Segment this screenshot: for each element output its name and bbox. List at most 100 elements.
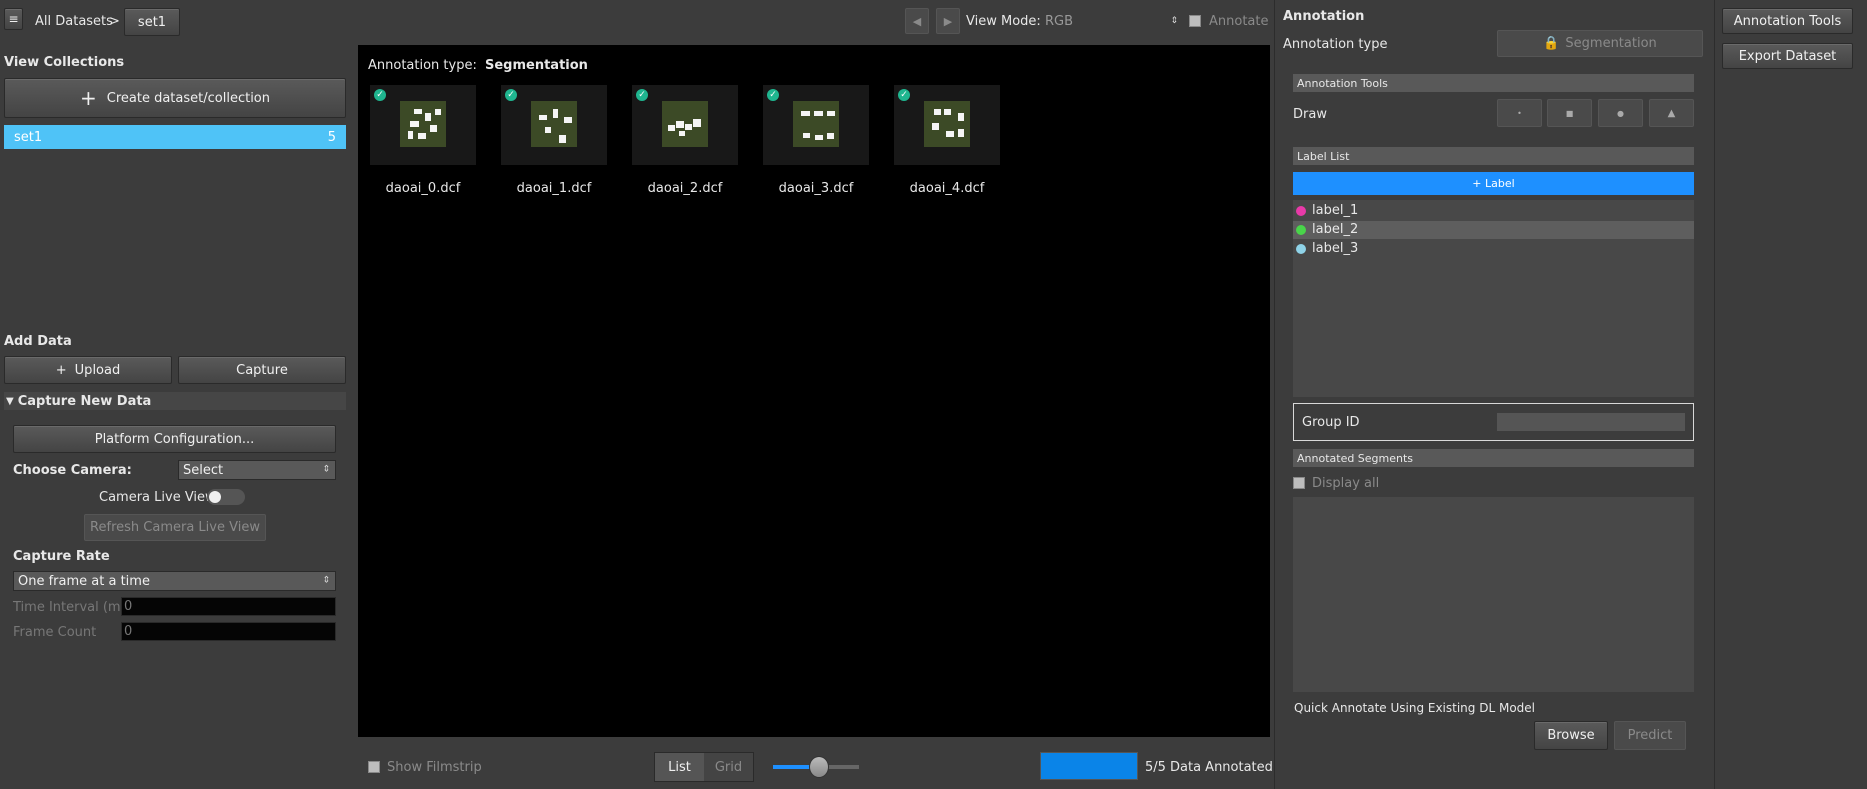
prev-image-button[interactable]: ◀ bbox=[905, 8, 929, 34]
collection-list: set1 5 bbox=[4, 125, 346, 149]
thumbnail-item[interactable]: ✓ daoai_1.dcf bbox=[501, 85, 607, 205]
annotation-tools-button[interactable]: Annotation Tools bbox=[1722, 8, 1853, 34]
upload-label: Upload bbox=[74, 362, 121, 378]
check-circle-icon: ✓ bbox=[374, 89, 386, 101]
label-list-bar: Label List bbox=[1293, 147, 1694, 165]
time-interval-value: 0 bbox=[124, 599, 133, 614]
platform-configuration-button[interactable]: Platform Configuration... bbox=[13, 425, 336, 453]
annotated-progress-fill bbox=[1041, 753, 1137, 779]
plus-icon: + bbox=[80, 86, 97, 110]
camera-select[interactable]: Select ⇕ bbox=[178, 460, 336, 480]
capture-new-data-header[interactable]: ▼ Capture New Data bbox=[4, 392, 346, 410]
thumbnail-image: ✓ bbox=[632, 85, 738, 165]
annotation-tools-button-label: Annotation Tools bbox=[1733, 13, 1842, 29]
annotation-type-button[interactable]: 🔒 Segmentation bbox=[1497, 30, 1703, 57]
camera-live-view-toggle[interactable] bbox=[207, 489, 245, 505]
annotation-type-label: Annotation type bbox=[1283, 37, 1388, 52]
slider-handle[interactable] bbox=[809, 756, 829, 778]
frame-count-input[interactable]: 0 bbox=[121, 622, 336, 641]
add-label-button-label: + Label bbox=[1472, 177, 1515, 190]
zoom-slider[interactable] bbox=[773, 756, 859, 778]
view-mode-select[interactable]: RGB ⇕ bbox=[1045, 10, 1180, 32]
list-item[interactable]: label_2 bbox=[1293, 221, 1694, 239]
choose-camera-label: Choose Camera: bbox=[13, 463, 132, 478]
capture-rate-select[interactable]: One frame at a time ⇕ bbox=[13, 571, 336, 591]
thumbnail-filename: daoai_2.dcf bbox=[647, 181, 723, 196]
next-image-button[interactable]: ▶ bbox=[936, 8, 960, 34]
capture-label: Capture bbox=[236, 362, 288, 378]
toggle-knob bbox=[209, 491, 221, 503]
draw-label: Draw bbox=[1293, 107, 1327, 122]
create-dataset-button[interactable]: + Create dataset/collection bbox=[4, 78, 346, 118]
draw-circle-button[interactable]: ● bbox=[1598, 99, 1643, 127]
label-color-dot bbox=[1296, 225, 1306, 235]
capture-rate-title: Capture Rate bbox=[13, 549, 110, 564]
annotation-type-caption: Annotation type: Segmentation bbox=[368, 58, 588, 73]
breadcrumb-all-datasets[interactable]: All Datasets bbox=[35, 14, 113, 29]
draw-polygon-button[interactable]: ▲ bbox=[1649, 99, 1694, 127]
collection-item-set1[interactable]: set1 5 bbox=[4, 125, 346, 149]
thumbnail-image: ✓ bbox=[370, 85, 476, 165]
frame-count-label: Frame Count bbox=[13, 625, 97, 640]
group-id-input[interactable] bbox=[1497, 413, 1685, 431]
label-list: label_1 label_2 label_3 bbox=[1293, 200, 1694, 397]
annotation-tools-bar-label: Annotation Tools bbox=[1297, 76, 1388, 90]
tab-grid-label: Grid bbox=[714, 759, 743, 775]
breadcrumb-current-set[interactable]: set1 bbox=[124, 8, 180, 36]
label-name: label_3 bbox=[1312, 241, 1359, 256]
thumbnail-item[interactable]: ✓ daoai_4.dcf bbox=[894, 85, 1000, 205]
chevron-left-icon: ◀ bbox=[912, 14, 922, 28]
annotated-count: 5/5 bbox=[1145, 760, 1166, 775]
thumbnail-item[interactable]: ✓ daoai_0.dcf bbox=[370, 85, 476, 205]
annotation-tools-bar: Annotation Tools bbox=[1293, 74, 1694, 92]
thumbnail-image: ✓ bbox=[763, 85, 869, 165]
add-label-button[interactable]: + Label bbox=[1293, 172, 1694, 195]
label-name: label_1 bbox=[1312, 203, 1359, 218]
tab-list[interactable]: List bbox=[655, 753, 704, 781]
camera-select-value: Select bbox=[183, 462, 224, 478]
collection-name: set1 bbox=[14, 129, 43, 145]
annotated-segments-list bbox=[1293, 497, 1694, 692]
thumbnail-item[interactable]: ✓ daoai_3.dcf bbox=[763, 85, 869, 205]
draw-rectangle-button[interactable]: ■ bbox=[1547, 99, 1592, 127]
display-all-checkbox[interactable] bbox=[1293, 477, 1305, 489]
tab-grid[interactable]: Grid bbox=[704, 753, 753, 781]
export-dataset-button-label: Export Dataset bbox=[1738, 48, 1837, 64]
export-dataset-button[interactable]: Export Dataset bbox=[1722, 43, 1853, 69]
annotation-panel-title: Annotation bbox=[1283, 9, 1365, 24]
frame-count-value: 0 bbox=[124, 624, 133, 639]
annotate-checkbox[interactable] bbox=[1189, 15, 1201, 27]
collection-count: 5 bbox=[327, 129, 336, 145]
time-interval-input[interactable]: 0 bbox=[121, 597, 336, 616]
menu-button[interactable]: ≡ bbox=[4, 8, 23, 30]
capture-button[interactable]: Capture bbox=[178, 356, 346, 384]
check-circle-icon: ✓ bbox=[636, 89, 648, 101]
capture-new-data-label: Capture New Data bbox=[17, 393, 152, 409]
refresh-camera-live-view-label: Refresh Camera Live View bbox=[90, 520, 260, 535]
triangle-down-icon: ▼ bbox=[6, 395, 14, 407]
thumbnail-item[interactable]: ✓ daoai_2.dcf bbox=[632, 85, 738, 205]
annotation-type-caption-label: Annotation type: bbox=[368, 58, 477, 73]
view-tabs: List Grid bbox=[654, 752, 754, 782]
thumbnail-filename: daoai_3.dcf bbox=[778, 181, 854, 196]
show-filmstrip-checkbox[interactable] bbox=[368, 761, 380, 773]
upload-button[interactable]: + Upload bbox=[4, 356, 172, 384]
menu-icon: ≡ bbox=[8, 12, 19, 26]
platform-configuration-label: Platform Configuration... bbox=[94, 431, 255, 447]
list-item[interactable]: label_1 bbox=[1293, 202, 1694, 220]
list-item[interactable]: label_3 bbox=[1293, 240, 1694, 258]
select-arrow-icon: ⇕ bbox=[322, 464, 330, 475]
thumbnail-filename: daoai_4.dcf bbox=[909, 181, 985, 196]
add-data-title: Add Data bbox=[4, 334, 72, 349]
draw-point-button[interactable]: • bbox=[1497, 99, 1542, 127]
browse-button[interactable]: Browse bbox=[1534, 721, 1608, 750]
annotate-label: Annotate bbox=[1209, 14, 1269, 29]
tab-list-label: List bbox=[668, 759, 691, 775]
predict-button[interactable]: Predict bbox=[1614, 721, 1686, 750]
camera-live-view-label: Camera Live View bbox=[99, 490, 216, 505]
browse-button-label: Browse bbox=[1547, 728, 1595, 743]
refresh-camera-live-view-button[interactable]: Refresh Camera Live View bbox=[84, 514, 266, 541]
breadcrumb-separator: > bbox=[109, 14, 120, 29]
thumbnail-filename: daoai_1.dcf bbox=[516, 181, 592, 196]
triangle-icon: ▲ bbox=[1667, 107, 1676, 119]
